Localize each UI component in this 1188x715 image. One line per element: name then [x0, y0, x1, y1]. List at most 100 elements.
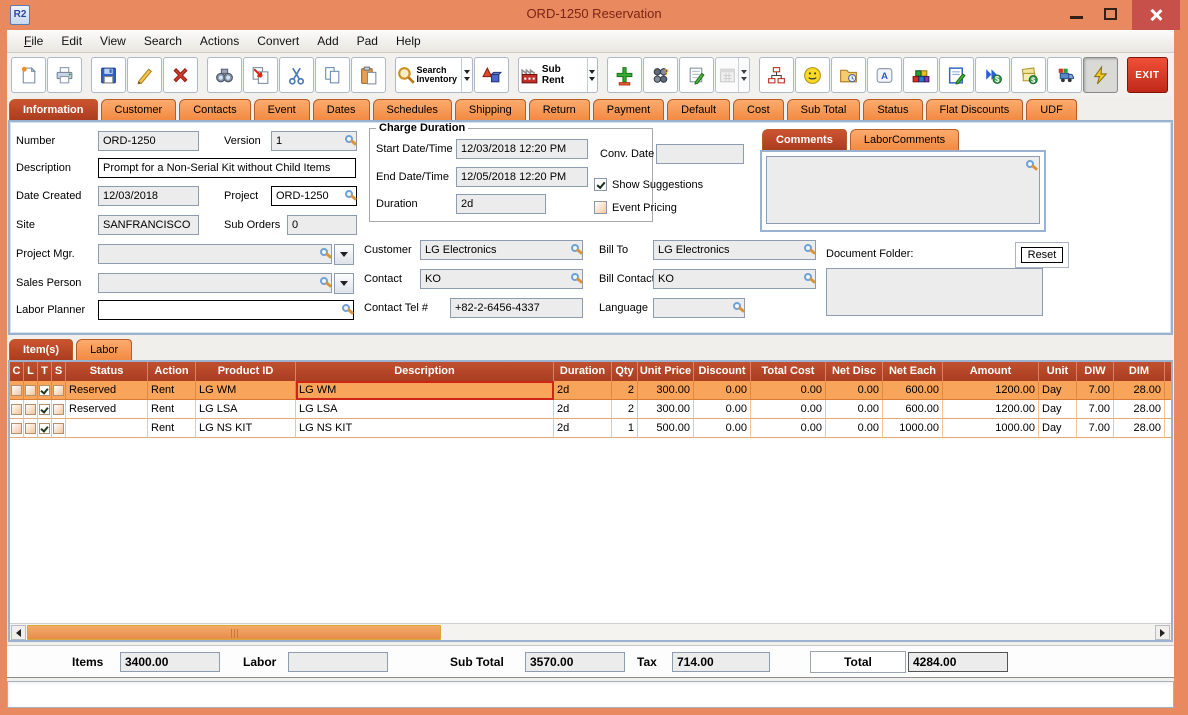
cell-qty[interactable]: 2	[612, 381, 638, 400]
menu-pad[interactable]: Pad	[348, 32, 387, 50]
cell-net_each[interactable]: 600.00	[883, 400, 943, 419]
version-field[interactable]	[271, 131, 357, 151]
tab-cost[interactable]: Cost	[733, 99, 784, 120]
project-mgr-field[interactable]	[98, 244, 332, 264]
cell-discount[interactable]: 0.00	[694, 400, 751, 419]
bill-to-search-icon[interactable]	[804, 244, 812, 252]
contact-field[interactable]	[420, 269, 583, 289]
tax-field[interactable]	[672, 652, 770, 672]
cell-discount[interactable]: 0.00	[694, 419, 751, 438]
tab-flat-discounts[interactable]: Flat Discounts	[925, 99, 1024, 120]
minimize-button[interactable]	[1062, 0, 1092, 30]
column-header-dim[interactable]: DIM	[1114, 362, 1165, 381]
cell-diw[interactable]: 7.00	[1077, 419, 1114, 438]
cell-qty[interactable]: 2	[612, 400, 638, 419]
new-document-button[interactable]	[11, 57, 46, 93]
description-field[interactable]	[98, 158, 356, 178]
money-transfer-button[interactable]: $	[974, 57, 1010, 93]
edit-button[interactable]	[126, 57, 162, 93]
menu-actions[interactable]: Actions	[191, 32, 248, 50]
column-header-unit[interactable]: Unit	[1039, 362, 1077, 381]
language-search-icon[interactable]	[733, 302, 741, 310]
column-header-t[interactable]: T	[38, 362, 52, 381]
c-checkbox[interactable]	[11, 422, 22, 434]
items-tab-labor[interactable]: Labor	[76, 339, 133, 360]
column-header-l[interactable]: L	[24, 362, 38, 381]
column-header-net-each[interactable]: Net Each	[883, 362, 943, 381]
cell-diw[interactable]: 7.00	[1077, 381, 1114, 400]
c-checkbox[interactable]	[11, 403, 22, 415]
date-created-field[interactable]	[98, 186, 199, 206]
contact-tel-field[interactable]	[450, 298, 583, 318]
menu-file[interactable]: File	[15, 32, 52, 50]
tab-event[interactable]: Event	[253, 99, 310, 120]
table-row-2[interactable]: Reserved Rent LG LSA LG LSA 2d 2 300.00 0.00 0.0…	[10, 400, 1171, 419]
column-header-total-cost[interactable]: Total Cost	[751, 362, 826, 381]
event-pricing-checkbox[interactable]	[594, 201, 607, 214]
tab-information[interactable]: Information	[9, 99, 98, 120]
tab-payment[interactable]: Payment	[592, 99, 665, 120]
column-header-duration[interactable]: Duration	[554, 362, 612, 381]
billing-button[interactable]: $	[1010, 57, 1046, 93]
menu-view[interactable]: View	[91, 32, 135, 50]
sub-rent-dropdown[interactable]	[586, 58, 598, 92]
cell-duration[interactable]: 2d	[554, 381, 612, 400]
cell-unit_price[interactable]: 500.00	[638, 419, 694, 438]
cell-pro[interactable]: 1	[1165, 419, 1171, 438]
labor-planner-search-icon[interactable]	[342, 304, 350, 312]
column-header-unit-price[interactable]: Unit Price	[638, 362, 694, 381]
sales-person-search-icon[interactable]	[320, 277, 328, 285]
s-checkbox[interactable]	[53, 422, 64, 434]
cell-pro[interactable]: 1	[1165, 400, 1171, 419]
comments-tab-comments[interactable]: Comments	[762, 129, 847, 150]
column-header-qty[interactable]: Qty	[612, 362, 638, 381]
cell-amount[interactable]: 1000.00	[943, 419, 1039, 438]
tab-dates[interactable]: Dates	[312, 99, 370, 120]
print-button[interactable]	[47, 57, 82, 93]
search-inventory-dropdown[interactable]	[461, 58, 472, 92]
scroll-left-button[interactable]	[11, 625, 26, 640]
project-search-icon[interactable]	[345, 190, 353, 198]
products-3d-button[interactable]	[474, 57, 510, 93]
project-field[interactable]	[271, 186, 357, 206]
start-datetime-field[interactable]	[456, 139, 588, 159]
shortcut-key-button[interactable]: A	[866, 57, 902, 93]
table-row-1[interactable]: Reserved Rent LG WM LG WM 2d 2 300.00 0.00 0.00 0…	[10, 381, 1171, 400]
sales-person-field[interactable]	[98, 273, 332, 293]
calendar-button[interactable]	[715, 57, 751, 93]
cell-status[interactable]: Reserved	[66, 381, 148, 400]
cut-button[interactable]	[278, 57, 314, 93]
column-header-product-id[interactable]: Product ID	[196, 362, 296, 381]
project-mgr-search-icon[interactable]	[320, 248, 328, 256]
add-item-button[interactable]	[607, 57, 643, 93]
find-button[interactable]	[206, 57, 242, 93]
cell-net_each[interactable]: 600.00	[883, 381, 943, 400]
items-total-field[interactable]	[120, 652, 220, 672]
cell-total_cost[interactable]: 0.00	[751, 381, 826, 400]
sub-orders-field[interactable]	[287, 215, 357, 235]
cell-status[interactable]	[66, 419, 148, 438]
contact-search-icon[interactable]	[571, 273, 579, 281]
end-datetime-field[interactable]	[456, 167, 588, 187]
items-tab-item-s[interactable]: Item(s)	[9, 339, 74, 360]
copy-order-button[interactable]	[242, 57, 278, 93]
scroll-right-button[interactable]	[1155, 625, 1170, 640]
cell-status[interactable]: Reserved	[66, 400, 148, 419]
sub-rent-button[interactable]: Sub Rent	[517, 57, 599, 93]
delete-button[interactable]	[162, 57, 198, 93]
bill-contact-search-icon[interactable]	[804, 273, 812, 281]
cell-net_disc[interactable]: 0.00	[826, 381, 883, 400]
site-field[interactable]	[98, 215, 199, 235]
language-field[interactable]	[653, 298, 745, 318]
cell-net_disc[interactable]: 0.00	[826, 419, 883, 438]
cell-description[interactable]: LG WM	[296, 381, 554, 400]
customer-field[interactable]	[420, 240, 583, 260]
tab-contacts[interactable]: Contacts	[179, 99, 251, 120]
cell-dim[interactable]: 28.00	[1114, 419, 1165, 438]
bill-contact-field[interactable]	[653, 269, 816, 289]
scrollbar-thumb[interactable]	[27, 625, 441, 640]
cell-total_cost[interactable]: 0.00	[751, 400, 826, 419]
menu-edit[interactable]: Edit	[52, 32, 91, 50]
flash-button[interactable]	[1082, 57, 1118, 93]
cell-qty[interactable]: 1	[612, 419, 638, 438]
